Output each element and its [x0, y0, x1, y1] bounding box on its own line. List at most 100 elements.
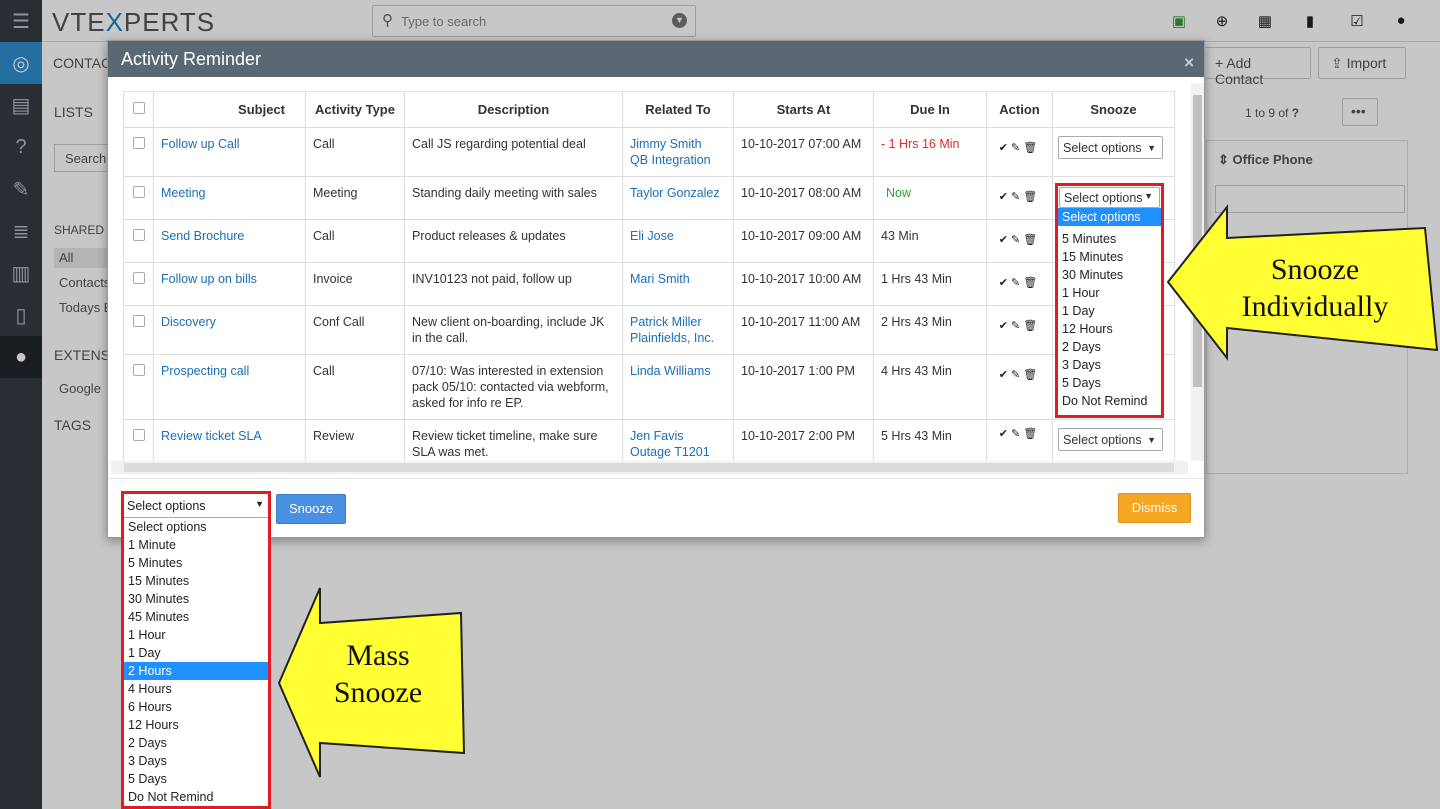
check-icon[interactable]: ✔	[999, 369, 1011, 381]
row-checkbox[interactable]	[123, 176, 154, 220]
check-icon[interactable]: ✔	[999, 234, 1011, 246]
row-checkbox[interactable]	[123, 305, 154, 355]
related-link[interactable]: Patrick Miller	[630, 314, 726, 330]
related-to: Linda Williams	[622, 354, 734, 420]
snooze-option[interactable]: Select options	[1058, 208, 1161, 226]
subject-link[interactable]: Follow up on bills	[153, 262, 306, 306]
scrollbar-thumb[interactable]	[124, 463, 1174, 472]
mass-snooze-option[interactable]: 3 Days	[124, 752, 268, 770]
starts-at: 10-10-2017 10:00 AM	[733, 262, 874, 306]
dismiss-button[interactable]: Dismiss	[1118, 493, 1191, 523]
pencil-icon[interactable]: ✎	[1011, 234, 1023, 246]
mass-snooze-option[interactable]: 1 Minute	[124, 536, 268, 554]
snooze-option[interactable]: 3 Days	[1058, 356, 1161, 374]
related-link[interactable]: Jen Favis	[630, 428, 726, 444]
row-checkbox[interactable]	[123, 354, 154, 420]
mass-snooze-option[interactable]: 45 Minutes	[124, 608, 268, 626]
row-checkbox[interactable]	[123, 127, 154, 177]
snooze-option[interactable]: 1 Day	[1058, 302, 1161, 320]
related-link[interactable]: Linda Williams	[630, 363, 726, 379]
related-to: Mari Smith	[622, 262, 734, 306]
related-link[interactable]: Mari Smith	[630, 271, 726, 287]
row-checkbox[interactable]	[123, 219, 154, 263]
caret-down-icon: ▼	[1147, 143, 1156, 153]
mass-snooze-option[interactable]: 15 Minutes	[124, 572, 268, 590]
trash-icon[interactable]: 🗑	[1023, 234, 1040, 246]
related-link[interactable]: Outage T1201	[630, 444, 726, 460]
subject-link[interactable]: Meeting	[153, 176, 306, 220]
mass-snooze-option[interactable]: 5 Days	[124, 770, 268, 788]
snooze-option[interactable]: 12 Hours	[1058, 320, 1161, 338]
select-all-checkbox[interactable]	[123, 91, 154, 128]
pencil-icon[interactable]: ✎	[1011, 142, 1023, 154]
trash-icon[interactable]: 🗑	[1023, 277, 1040, 289]
snooze-select[interactable]: Select options ▼	[1059, 187, 1160, 208]
snooze-cell: Select options ▼	[1052, 127, 1175, 177]
row-checkbox[interactable]	[123, 262, 154, 306]
activity-type: Conf Call	[305, 305, 405, 355]
pencil-icon[interactable]: ✎	[1011, 320, 1023, 332]
trash-icon[interactable]: 🗑	[1023, 369, 1040, 381]
snooze-option[interactable]: 30 Minutes	[1058, 266, 1161, 284]
row-actions: ✔✎🗑	[986, 176, 1053, 220]
snooze-option[interactable]: 15 Minutes	[1058, 248, 1161, 266]
snooze-option[interactable]: 1 Hour	[1058, 284, 1161, 302]
subject-link[interactable]: Discovery	[153, 305, 306, 355]
pencil-icon[interactable]: ✎	[1011, 191, 1023, 203]
activity-type: Meeting	[305, 176, 405, 220]
row-checkbox[interactable]	[123, 419, 154, 461]
check-icon[interactable]: ✔	[999, 320, 1011, 332]
related-link[interactable]: Plainfields, Inc.	[630, 330, 726, 346]
individual-options-list: Select options 5 Minutes 15 Minutes 30 Minu…	[1058, 208, 1161, 410]
mass-snooze-option[interactable]: 2 Days	[124, 734, 268, 752]
subject-link[interactable]: Follow up Call	[153, 127, 306, 177]
snooze-option[interactable]: 5 Days	[1058, 374, 1161, 392]
mass-snooze-option[interactable]: 30 Minutes	[124, 590, 268, 608]
mass-snooze-option[interactable]: 5 Minutes	[124, 554, 268, 572]
snooze-option[interactable]: Do Not Remind	[1058, 392, 1161, 410]
activity-type: Review	[305, 419, 405, 461]
pencil-icon[interactable]: ✎	[1011, 369, 1023, 381]
horizontal-scrollbar[interactable]	[111, 461, 1188, 474]
due-in: 5 Hrs 43 Min	[873, 419, 987, 461]
snooze-button[interactable]: Snooze	[276, 494, 346, 524]
mass-snooze-option[interactable]: 1 Hour	[124, 626, 268, 644]
mass-snooze-option[interactable]: 2 Hours	[124, 662, 268, 680]
caret-down-icon: ▼	[1147, 435, 1156, 445]
mass-snooze-option[interactable]: Do Not Remind	[124, 788, 268, 806]
mass-snooze-option[interactable]: 4 Hours	[124, 680, 268, 698]
mass-snooze-option[interactable]: 12 Hours	[124, 716, 268, 734]
modal-title: Activity Reminder	[121, 49, 262, 69]
activity-type: Call	[305, 354, 405, 420]
related-link[interactable]: Taylor Gonzalez	[630, 185, 726, 201]
trash-icon[interactable]: 🗑	[1023, 142, 1040, 154]
check-icon[interactable]: ✔	[999, 142, 1011, 154]
pencil-icon[interactable]: ✎	[1011, 277, 1023, 289]
related-link[interactable]: Jimmy Smith	[630, 136, 726, 152]
snooze-option[interactable]: 2 Days	[1058, 338, 1161, 356]
snooze-option[interactable]: 5 Minutes	[1058, 230, 1161, 248]
mass-snooze-select[interactable]: Select options ▼	[124, 494, 268, 518]
mass-snooze-option[interactable]: 6 Hours	[124, 698, 268, 716]
check-icon[interactable]: ✔	[999, 191, 1011, 203]
check-icon[interactable]: ✔	[999, 277, 1011, 289]
snooze-select[interactable]: Select options ▼	[1058, 428, 1163, 451]
check-icon[interactable]: ✔	[999, 428, 1011, 440]
mass-snooze-option[interactable]: 1 Day	[124, 644, 268, 662]
trash-icon[interactable]: 🗑	[1023, 191, 1040, 203]
snooze-select[interactable]: Select options ▼	[1058, 136, 1163, 159]
subject-link[interactable]: Review ticket SLA	[153, 419, 306, 461]
mass-snooze-option[interactable]: Select options	[124, 518, 268, 536]
trash-icon[interactable]: 🗑	[1023, 428, 1040, 440]
pencil-icon[interactable]: ✎	[1011, 428, 1023, 440]
starts-at: 10-10-2017 07:00 AM	[733, 127, 874, 177]
close-icon[interactable]: ×	[1184, 53, 1194, 73]
related-link[interactable]: QB Integration	[630, 152, 726, 168]
related-link[interactable]: Eli Jose	[630, 228, 726, 244]
description: Call JS regarding potential deal	[404, 127, 623, 177]
caret-down-icon: ▼	[255, 499, 264, 509]
row-actions: ✔✎🗑	[986, 127, 1053, 177]
trash-icon[interactable]: 🗑	[1023, 320, 1040, 332]
subject-link[interactable]: Send Brochure	[153, 219, 306, 263]
subject-link[interactable]: Prospecting call	[153, 354, 306, 420]
